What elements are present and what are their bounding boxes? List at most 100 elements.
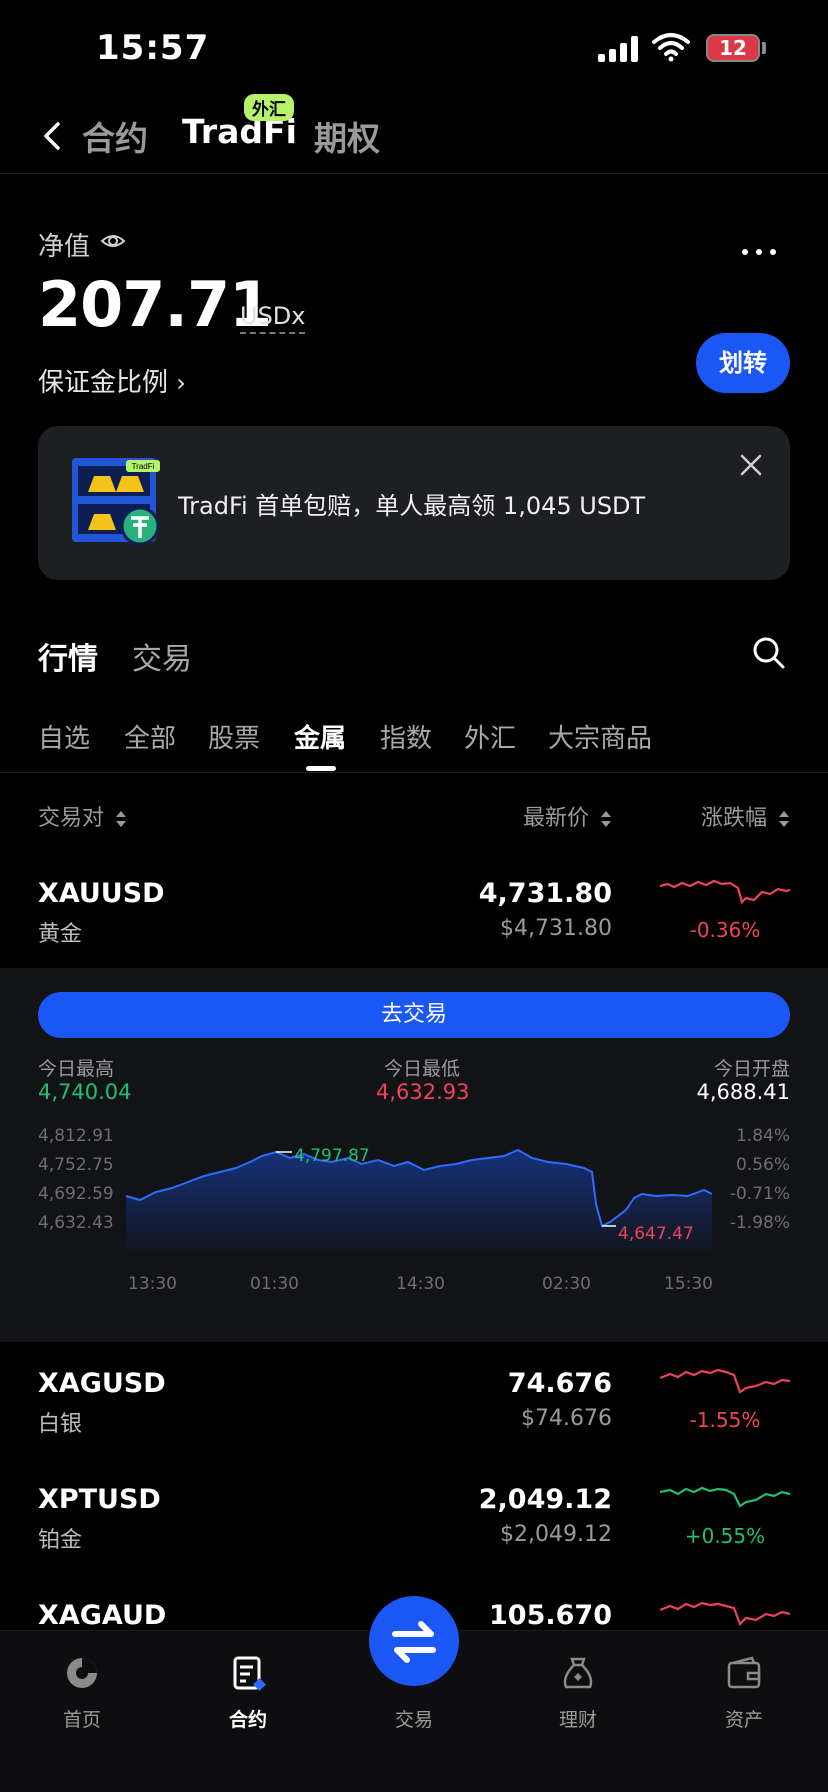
row-usd-price: $74.676 — [521, 1406, 612, 1431]
y-axis-right-label: -0.71% — [729, 1184, 790, 1204]
category-indices[interactable]: 指数 — [380, 718, 432, 755]
nav-assets-label: 资产 — [724, 1709, 763, 1731]
expanded-panel: 去交易 今日最高 4,740.04 今日最低 4,632.93 今日开盘 4,6… — [0, 968, 828, 1342]
close-icon[interactable] — [738, 452, 764, 478]
finance-icon — [563, 1657, 593, 1689]
wallet-icon — [727, 1656, 761, 1689]
category-commodities[interactable]: 大宗商品 — [548, 718, 652, 755]
y-axis-left-label: 4,752.75 — [38, 1155, 114, 1175]
row-change: -0.36% — [689, 918, 761, 942]
column-header-price[interactable]: 最新价 — [523, 800, 612, 832]
divider — [0, 772, 828, 773]
nav-home-label: 首页 — [62, 1709, 101, 1731]
row-price: 4,731.80 — [478, 878, 612, 909]
column-header-change[interactable]: 涨跌幅 — [701, 800, 790, 832]
sparkline — [660, 1486, 790, 1508]
row-symbol: XAGUSD — [38, 1368, 166, 1399]
stat-high-value: 4,740.04 — [38, 1080, 132, 1104]
row-change: -1.55% — [689, 1408, 761, 1432]
banner-text: TradFi 首单包赔，单人最高领 1,045 USDT — [178, 492, 646, 520]
nav-contract-label: 合约 — [228, 1709, 267, 1731]
margin-ratio-link[interactable]: 保证金比例 › — [38, 362, 186, 399]
x-axis-label: 14:30 — [396, 1274, 445, 1294]
tab-market[interactable]: 行情 — [38, 634, 98, 678]
chart-high-label: 4,797.87 — [294, 1146, 370, 1166]
transfer-button[interactable]: 划转 — [696, 333, 790, 393]
search-icon[interactable] — [752, 636, 786, 670]
row-price: 2,049.12 — [478, 1484, 612, 1515]
sparkline — [660, 879, 790, 905]
price-chart[interactable] — [0, 1124, 828, 1274]
eye-icon[interactable] — [100, 229, 126, 253]
category-forex[interactable]: 外汇 — [464, 718, 516, 755]
x-axis-label: 13:30 — [128, 1274, 177, 1294]
battery-cap — [762, 42, 766, 54]
trade-fab-button[interactable] — [369, 1596, 459, 1686]
y-axis-right-label: 0.56% — [735, 1155, 790, 1175]
more-icon[interactable] — [742, 240, 784, 259]
net-value-unit[interactable]: USDx — [240, 302, 306, 334]
net-value-label: 净值 — [38, 232, 91, 262]
swap-icon — [392, 1621, 436, 1663]
category-all[interactable]: 全部 — [124, 718, 176, 755]
back-icon[interactable] — [38, 116, 68, 156]
battery-indicator: 12 — [706, 34, 760, 62]
y-axis-left-label: 4,632.43 — [38, 1213, 114, 1233]
column-header-price-label: 最新价 — [522, 806, 589, 831]
nav-finance-label: 理财 — [558, 1709, 597, 1731]
y-axis-right-label: -1.98% — [729, 1213, 790, 1233]
stat-high-label: 今日最高 — [38, 1058, 115, 1080]
y-axis-left-label: 4,692.59 — [38, 1184, 114, 1204]
net-value: 207.71 — [38, 268, 272, 341]
row-price: 74.676 — [507, 1368, 612, 1399]
x-axis-label: 01:30 — [250, 1274, 299, 1294]
row-name: 黄金 — [38, 922, 83, 947]
home-icon — [67, 1658, 97, 1688]
nav-trade-label: 交易 — [394, 1709, 433, 1731]
go-trade-button[interactable]: 去交易 — [38, 992, 790, 1038]
row-change: +0.55% — [684, 1524, 766, 1548]
y-axis-right-label: 1.84% — [735, 1126, 790, 1146]
sparkline — [660, 1368, 790, 1394]
row-name: 铂金 — [38, 1528, 83, 1553]
forex-badge: 外汇 — [244, 94, 294, 121]
x-axis-label: 15:30 — [664, 1274, 713, 1294]
row-symbol: XPTUSD — [38, 1484, 161, 1515]
wifi-icon — [652, 33, 690, 62]
row-symbol: XAUUSD — [38, 878, 165, 909]
tab-contract[interactable]: 合约 — [82, 112, 148, 160]
top-nav: 合约 TradFi 外汇 期权 — [0, 94, 828, 174]
y-axis-left-label: 4,812.91 — [38, 1126, 114, 1146]
category-stocks[interactable]: 股票 — [208, 718, 260, 755]
margin-ratio-label: 保证金比例 — [38, 368, 169, 398]
column-header-change-label: 涨跌幅 — [700, 806, 767, 831]
active-tab-indicator — [306, 766, 336, 771]
column-header-pair-label: 交易对 — [38, 806, 105, 831]
status-bar: 15:57 12 — [0, 0, 828, 100]
banner-art-badge: TradFi — [132, 462, 155, 471]
contract-icon — [233, 1656, 266, 1691]
tab-options[interactable]: 期权 — [314, 112, 380, 160]
category-metals[interactable]: 金属 — [294, 718, 346, 755]
cellular-signal-icon — [598, 36, 640, 62]
promo-banner[interactable]: TradFi TradFi 首单包赔，单人最高领 1,045 USDT — [38, 426, 790, 580]
row-name: 白银 — [38, 1412, 83, 1437]
chevron-right-icon: › — [176, 369, 186, 397]
stat-open-label: 今日开盘 — [713, 1058, 790, 1080]
row-price: 105.670 — [489, 1600, 612, 1631]
sort-icon — [116, 811, 127, 827]
sort-icon — [779, 811, 789, 827]
stat-low-label: 今日最低 — [384, 1058, 461, 1080]
row-symbol: XAGAUD — [38, 1600, 167, 1631]
chart-low-label: 4,647.47 — [618, 1224, 694, 1244]
tab-trade[interactable]: 交易 — [132, 634, 192, 678]
row-usd-price: $4,731.80 — [500, 916, 612, 941]
row-usd-price: $2,049.12 — [500, 1522, 612, 1547]
category-watchlist[interactable]: 自选 — [38, 718, 90, 755]
stat-open-value: 4,688.41 — [696, 1080, 790, 1104]
column-header-pair[interactable]: 交易对 — [38, 800, 127, 832]
x-axis-label: 02:30 — [542, 1274, 591, 1294]
status-time: 15:57 — [96, 28, 210, 68]
gold-bars-icon: TradFi — [72, 458, 160, 546]
sort-icon — [601, 811, 611, 827]
